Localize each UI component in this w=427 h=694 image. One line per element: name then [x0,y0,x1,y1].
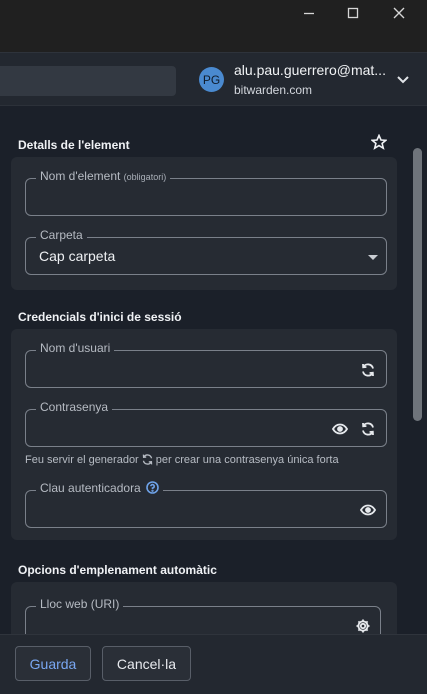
form-footer: Guarda Cancel·la [0,634,427,694]
close-icon [393,7,405,19]
dropdown-caret-icon [368,255,378,260]
item-name-field[interactable]: Nom d'element (obligatori) [25,169,387,216]
eye-icon [332,423,348,435]
chevron-down-icon [397,76,409,84]
password-label: Contrasenya [36,400,113,414]
help-icon[interactable] [146,481,159,497]
folder-value: Cap carpeta [39,248,116,264]
website-uri-field[interactable]: Lloc web (URI) [25,597,381,634]
account-server: bitwarden.com [234,83,313,97]
cancel-button[interactable]: Cancel·la [102,646,191,681]
login-credentials-heading: Credencials d'inici de sessió [18,310,182,324]
save-button[interactable]: Guarda [15,646,91,681]
avatar[interactable]: PG [199,67,224,92]
folder-select[interactable]: Carpeta Cap carpeta [25,228,387,275]
autofill-options-card: Lloc web (URI) [11,582,397,634]
minimize-button[interactable] [286,0,332,26]
generate-username-button[interactable] [359,361,377,379]
username-label: Nom d'usuari [36,341,115,355]
minimize-icon [304,12,314,15]
item-form: Detalls de l'element Nom d'element (obli… [0,106,410,634]
favorite-button[interactable] [370,133,388,155]
login-credentials-card: Nom d'usuari Contrasenya Feu servir el g… [11,329,397,540]
authenticator-key-field[interactable]: Clau autenticadora [25,481,387,528]
autofill-options-heading: Opcions d'emplenament automàtic [18,563,217,577]
search-input[interactable] [0,66,176,96]
toggle-password-visibility-button[interactable] [331,420,349,438]
uri-match-settings-button[interactable] [354,617,372,634]
item-name-label: Nom d'element (obligatori) [36,169,171,183]
eye-icon [360,504,376,516]
scrollbar-thumb[interactable] [413,148,422,421]
website-uri-label: Lloc web (URI) [36,597,124,611]
username-field[interactable]: Nom d'usuari [25,341,387,388]
gear-icon [356,619,370,633]
account-switcher-button[interactable] [396,73,410,92]
account-email[interactable]: alu.pau.guerrero@mat... [234,62,386,78]
account-bar: PG alu.pau.guerrero@mat... bitwarden.com [0,52,427,106]
refresh-icon [142,454,152,465]
password-field[interactable]: Contrasenya [25,400,387,447]
item-details-card: Nom d'element (obligatori) Carpeta Cap c… [11,157,397,290]
refresh-icon [362,422,374,436]
star-icon [370,133,388,150]
item-details-heading: Detalls de l'element [18,138,130,152]
refresh-icon [362,363,374,377]
maximize-button[interactable] [330,0,376,26]
close-button[interactable] [376,0,422,26]
generator-hint: Feu servir el generador per crear una co… [25,453,339,466]
generate-password-button[interactable] [359,420,377,438]
folder-label: Carpeta [36,228,87,242]
maximize-icon [347,7,359,19]
window-title-bar [0,0,427,52]
toggle-authenticator-visibility-button[interactable] [359,501,377,519]
authenticator-key-label: Clau autenticadora [36,481,164,497]
